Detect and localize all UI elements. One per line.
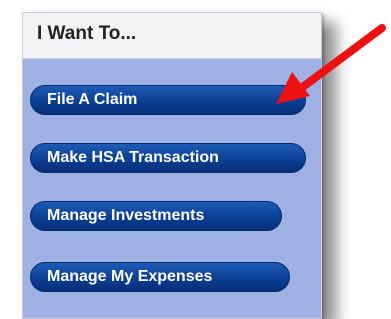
panel-header: I Want To... bbox=[23, 13, 321, 59]
manage-investments-button[interactable]: Manage Investments bbox=[30, 201, 282, 231]
panel-title: I Want To... bbox=[37, 23, 137, 44]
manage-my-expenses-button[interactable]: Manage My Expenses bbox=[30, 262, 290, 292]
make-hsa-transaction-button[interactable]: Make HSA Transaction bbox=[30, 143, 306, 173]
file-a-claim-button[interactable]: File A Claim bbox=[30, 85, 306, 115]
